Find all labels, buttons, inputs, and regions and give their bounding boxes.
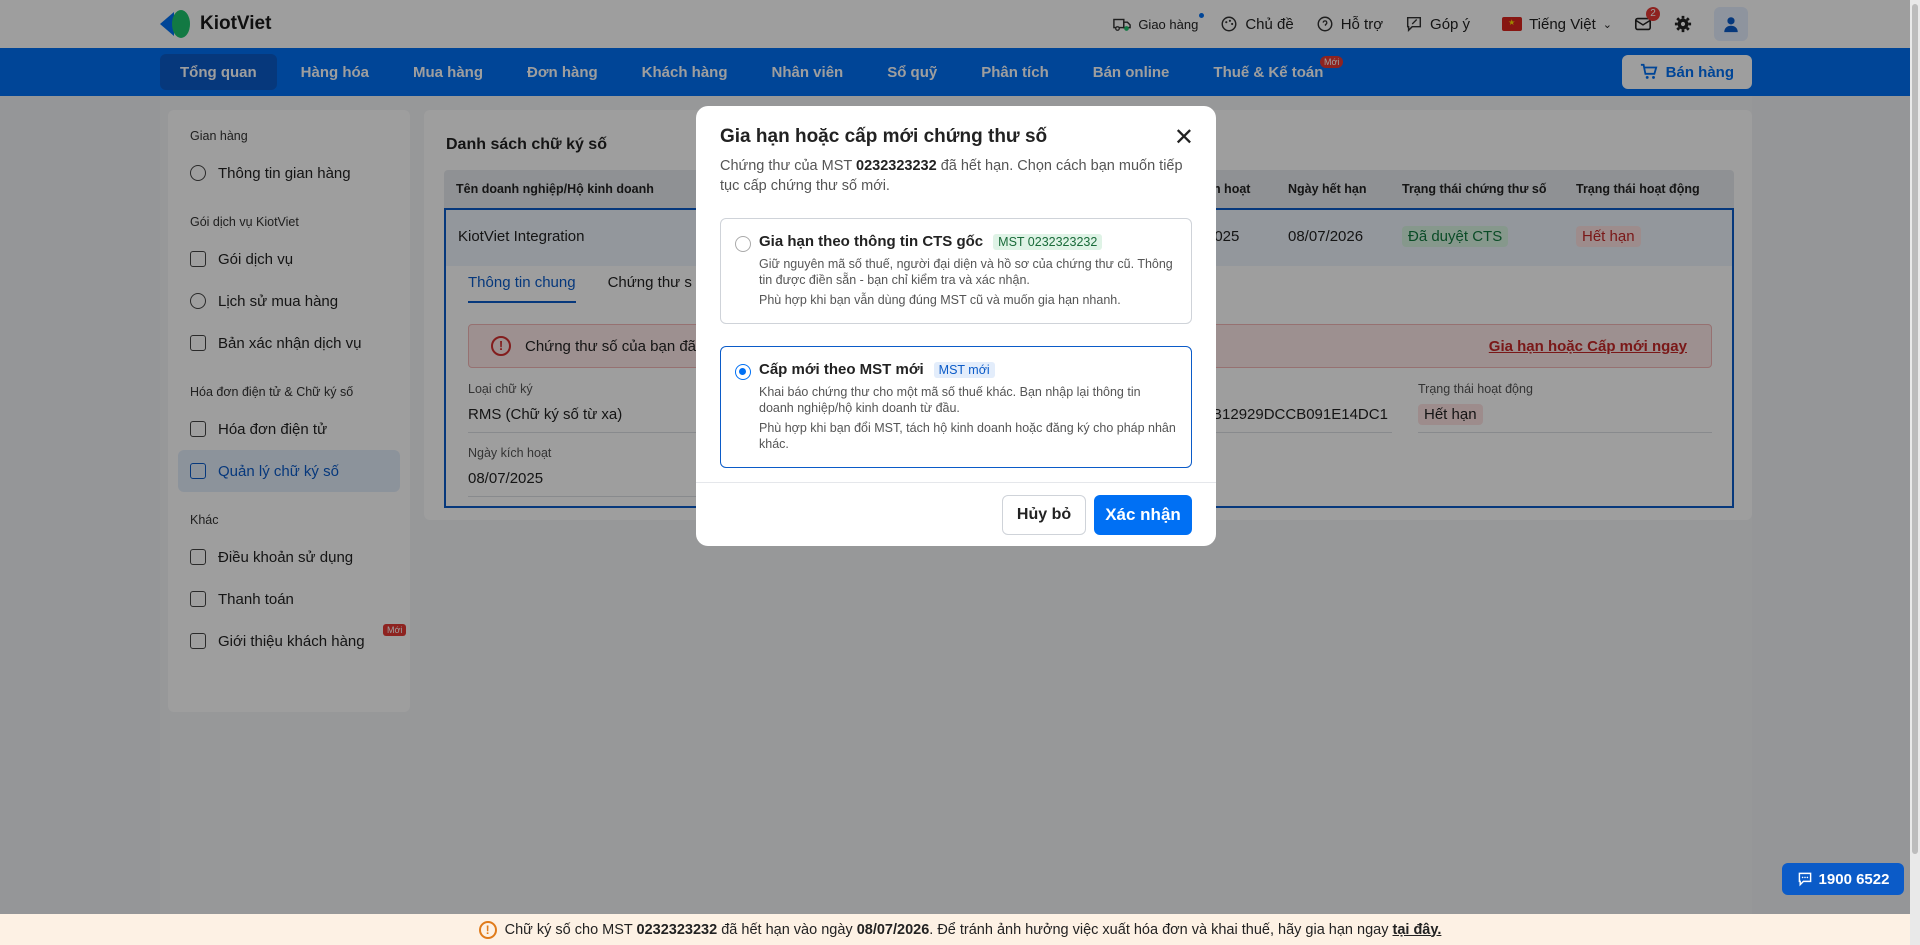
warning-date: 08/07/2026 xyxy=(856,921,930,938)
renew-certificate-dialog: Gia hạn hoặc cấp mới chứng thư số ✕ Chứn… xyxy=(696,106,1216,546)
warning-mst: 0232323232 xyxy=(636,921,718,938)
option-new-mst[interactable]: Cấp mới theo MST mới MST mới Khai báo ch… xyxy=(720,346,1192,468)
option1-note: Phù hợp khi bạn vẫn dùng đúng MST cũ và … xyxy=(759,293,1121,307)
expiry-warning-bar: ! Chữ ký số cho MST 0232323232 đã hết hạ… xyxy=(0,914,1920,945)
radio-renew-original[interactable] xyxy=(735,236,751,252)
radio-new-mst[interactable] xyxy=(735,364,751,380)
dialog-title: Gia hạn hoặc cấp mới chứng thư số xyxy=(720,126,1048,147)
option2-text: Khai báo chứng thư cho một mã số thuế kh… xyxy=(759,385,1141,415)
option2-tag: MST mới xyxy=(933,361,995,378)
warning-text: Chữ ký số cho MST 0232323232 đã hết hạn … xyxy=(505,922,1442,938)
dialog-footer: Hủy bỏ Xác nhận xyxy=(696,482,1216,546)
warning-suffix: . Để tránh ảnh hưởng việc xuất hóa đơn v… xyxy=(929,921,1393,938)
scrollbar-thumb[interactable] xyxy=(1912,4,1918,854)
chat-bubble-icon xyxy=(1798,872,1811,887)
desc-prefix: Chứng thư của MST xyxy=(720,158,857,174)
cancel-button[interactable]: Hủy bỏ xyxy=(1002,495,1086,535)
hotline-button[interactable]: 1900 6522 xyxy=(1782,863,1904,895)
confirm-button[interactable]: Xác nhận xyxy=(1094,495,1192,535)
desc-mst: 0232323232 xyxy=(856,158,937,174)
warning-link[interactable]: tại đây. xyxy=(1393,922,1442,938)
scrollbar[interactable] xyxy=(1910,0,1920,945)
option1-text: Giữ nguyên mã số thuế, người đại diện và… xyxy=(759,257,1173,287)
close-icon[interactable]: ✕ xyxy=(1174,126,1194,150)
warning-icon: ! xyxy=(478,920,497,939)
warning-middle: đã hết hạn vào ngày xyxy=(717,921,857,938)
hotline-number: 1900 6522 xyxy=(1818,870,1890,888)
option2-title: Cấp mới theo MST mới xyxy=(759,361,924,378)
dialog-description: Chứng thư của MST 0232323232 đã hết hạn.… xyxy=(720,156,1190,196)
option1-title: Gia hạn theo thông tin CTS gốc xyxy=(759,233,984,250)
option-renew-original[interactable]: Gia hạn theo thông tin CTS gốc MST 02323… xyxy=(720,218,1192,324)
option2-note: Phù hợp khi bạn đổi MST, tách hộ kinh do… xyxy=(759,421,1176,451)
warning-prefix: Chữ ký số cho MST xyxy=(504,921,637,938)
option1-tag: MST 0232323232 xyxy=(993,233,1103,250)
